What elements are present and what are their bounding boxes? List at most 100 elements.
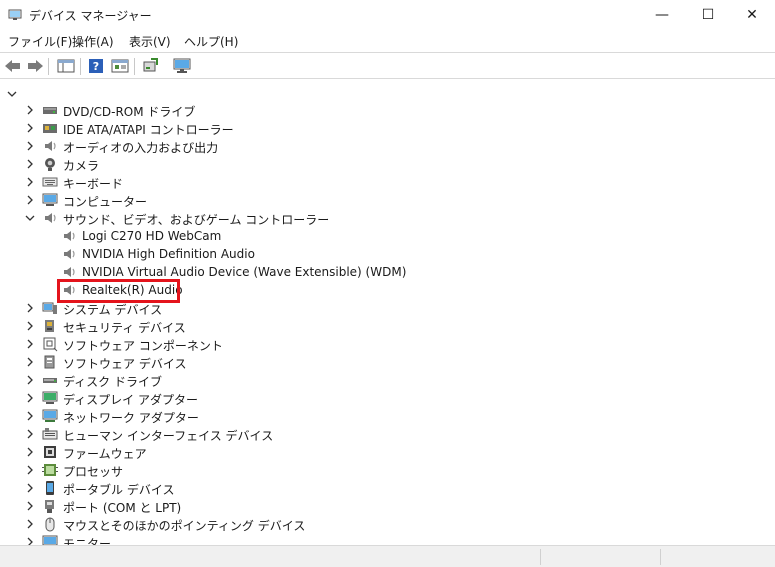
category-expand-chevron[interactable] [24,317,36,335]
tree-category-label[interactable]: ソフトウェア コンポーネント [63,337,223,354]
tree-category-label[interactable]: ディスプレイ アダプター [63,391,198,408]
chevron-right-icon [27,483,33,493]
port-icon [42,498,58,514]
chevron-right-icon [27,429,33,439]
category-expand-chevron[interactable] [24,533,36,545]
category-expand-chevron[interactable] [24,191,36,209]
tree-category-label[interactable]: ポータブル デバイス [63,481,174,498]
category-expand-chevron[interactable] [24,407,36,425]
tree-category-label[interactable]: DVD/CD-ROM ドライブ [63,103,195,120]
scan-hardware-button[interactable] [172,56,192,76]
tree-category-label[interactable]: ファームウェア [63,445,147,462]
category-expand-chevron[interactable] [24,119,36,137]
tree-category-label[interactable]: カメラ [63,157,99,174]
close-icon: ✕ [746,7,758,23]
minimize-button[interactable]: — [639,0,685,30]
forward-button[interactable] [25,56,45,76]
chevron-right-icon [27,411,33,421]
help-icon: ? [89,59,103,73]
help-button[interactable]: ? [86,56,106,76]
menu-action[interactable]: 操作(A) [72,33,114,50]
speaker-icon [42,210,58,226]
tree-category-label[interactable]: ネットワーク アダプター [63,409,199,426]
back-arrow-icon [5,60,20,72]
category-expand-chevron[interactable] [24,335,36,353]
tree-category-label[interactable]: オーディオの入力および出力 [63,139,218,156]
category-collapse-chevron[interactable] [24,209,36,227]
tree-device-label[interactable]: NVIDIA High Definition Audio [82,247,255,261]
firmware-icon [42,444,58,460]
tree-category-label[interactable]: プロセッサ [63,463,123,480]
category-expand-chevron[interactable] [24,461,36,479]
properties-button[interactable] [110,56,130,76]
minimize-icon: — [655,7,669,23]
chevron-right-icon [27,357,33,367]
chevron-down-icon [25,215,35,221]
scan-hardware-icon [173,58,191,73]
root-expand-chevron[interactable] [6,85,18,103]
software-component-icon [42,336,58,352]
category-expand-chevron[interactable] [24,389,36,407]
chevron-right-icon [27,123,33,133]
menu-help[interactable]: ヘルプ(H) [184,33,238,50]
tree-category-label[interactable]: サウンド、ビデオ、およびゲーム コントローラー [63,211,329,228]
category-expand-chevron[interactable] [24,299,36,317]
toolbar-separator [48,58,49,75]
chevron-right-icon [27,105,33,115]
tree-category-label[interactable]: IDE ATA/ATAPI コントローラー [63,121,234,138]
close-button[interactable]: ✕ [729,0,775,30]
security-device-icon [42,318,58,334]
tree-category-label[interactable]: ポート (COM と LPT) [63,499,181,516]
chevron-right-icon [27,501,33,511]
category-expand-chevron[interactable] [24,101,36,119]
tree-category-label[interactable]: マウスとそのほかのポインティング デバイス [63,517,305,534]
maximize-button[interactable]: ☐ [685,0,731,30]
processor-icon [42,462,58,478]
update-driver-button[interactable] [141,56,161,76]
tree-category-label[interactable]: モニター [63,535,111,545]
category-expand-chevron[interactable] [24,479,36,497]
network-adapter-icon [42,408,58,424]
display-adapter-icon [42,390,58,406]
category-expand-chevron[interactable] [24,173,36,191]
menu-file[interactable]: ファイル(F) [8,33,72,50]
tree-category-label[interactable]: ディスク ドライブ [63,373,162,390]
category-expand-chevron[interactable] [24,443,36,461]
show-hide-tree-button[interactable] [56,56,76,76]
tree-category-label[interactable]: システム デバイス [63,301,162,318]
tree-category-label[interactable]: セキュリティ デバイス [63,319,186,336]
chevron-right-icon [27,339,33,349]
speaker-icon [42,138,58,154]
tree-device-label[interactable]: Logi C270 HD WebCam [82,229,221,243]
highlight-box [57,279,180,303]
window-title: デバイス マネージャー [29,9,152,23]
category-expand-chevron[interactable] [24,353,36,371]
svg-text:?: ? [93,60,99,73]
category-expand-chevron[interactable] [24,497,36,515]
category-expand-chevron[interactable] [24,371,36,389]
back-button[interactable] [3,56,23,76]
category-expand-chevron[interactable] [24,425,36,443]
software-device-icon [42,354,58,370]
speaker-icon [61,228,77,244]
category-expand-chevron[interactable] [24,515,36,533]
chevron-right-icon [27,141,33,151]
menu-bar: ファイル(F) 操作(A) 表示(V) ヘルプ(H) [0,30,775,51]
tree-category-label[interactable]: ソフトウェア デバイス [63,355,186,372]
tree-category-label[interactable]: コンピューター [63,193,147,210]
tree-category-label[interactable]: キーボード [63,175,123,192]
hid-icon [42,426,58,442]
chevron-right-icon [27,519,33,529]
status-separator [540,549,541,565]
tree-category-label[interactable]: ヒューマン インターフェイス デバイス [63,427,273,444]
camera-icon [42,156,58,172]
tree-device-label[interactable]: NVIDIA Virtual Audio Device (Wave Extens… [82,265,406,279]
device-tree[interactable]: DVD/CD-ROM ドライブ IDE ATA/ATAPI コントローラー オーディ… [0,80,775,545]
system-device-icon [42,300,58,316]
category-expand-chevron[interactable] [24,155,36,173]
toolbar: ? [0,52,775,79]
menu-view[interactable]: 表示(V) [129,33,171,50]
category-expand-chevron[interactable] [24,137,36,155]
chevron-right-icon [27,195,33,205]
chevron-right-icon [27,375,33,385]
